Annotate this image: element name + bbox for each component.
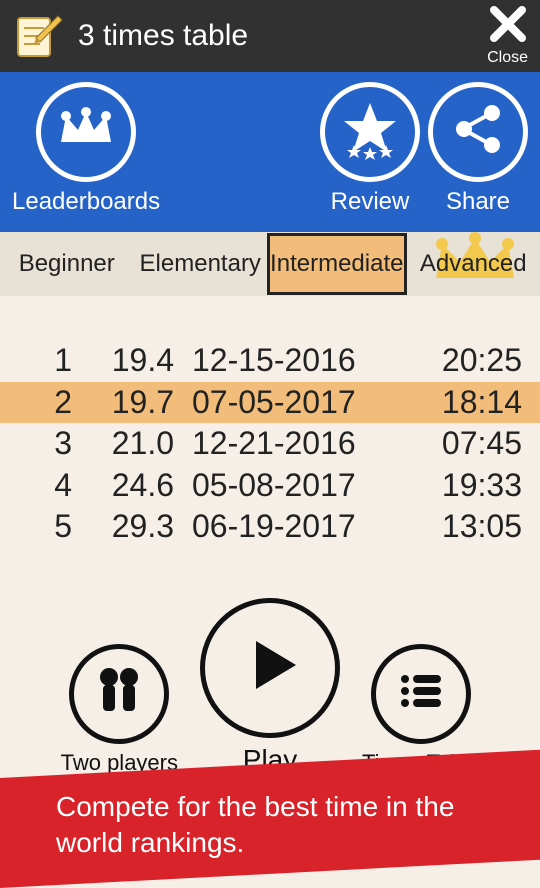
play-icon	[230, 625, 310, 710]
review-button[interactable]: Review	[320, 82, 420, 216]
score-time: 07:45	[402, 423, 522, 465]
score-value: 19.7	[96, 382, 192, 424]
review-star-icon	[338, 97, 402, 168]
score-date: 05-08-2017	[192, 465, 402, 507]
scores-table: 119.412-15-201620:25219.707-05-201718:14…	[0, 340, 540, 548]
score-row: 321.012-21-201607:45	[0, 423, 540, 465]
score-value: 24.6	[96, 465, 192, 507]
two-players-icon	[89, 661, 149, 726]
score-value: 19.4	[96, 340, 192, 382]
score-row: 119.412-15-201620:25	[0, 340, 540, 382]
score-rank: 4	[0, 465, 96, 507]
tab-advanced[interactable]: Advanced	[407, 236, 540, 292]
score-time: 19:33	[402, 465, 522, 507]
score-date: 06-19-2017	[192, 506, 402, 548]
review-label: Review	[331, 188, 410, 216]
list-icon	[391, 661, 451, 726]
difficulty-tabs: Beginner Elementary Intermediate Advance…	[0, 232, 540, 296]
score-rank: 3	[0, 423, 96, 465]
play-button[interactable]: Play	[200, 598, 340, 776]
tab-beginner[interactable]: Beginner	[0, 236, 134, 292]
score-value: 21.0	[96, 423, 192, 465]
share-button[interactable]: Share	[428, 82, 528, 216]
score-row: 219.707-05-201718:14	[0, 382, 540, 424]
score-time: 20:25	[402, 340, 522, 382]
score-row: 424.605-08-201719:33	[0, 465, 540, 507]
share-icon	[448, 99, 508, 166]
tab-elementary[interactable]: Elementary	[134, 236, 268, 292]
tab-intermediate[interactable]: Intermediate	[267, 233, 407, 295]
two-players-button[interactable]: Two players	[61, 644, 178, 776]
close-label: Close	[487, 49, 528, 67]
score-date: 12-15-2016	[192, 340, 402, 382]
share-label: Share	[446, 188, 510, 216]
leaderboards-label: Leaderboards	[12, 188, 160, 216]
leaderboards-button[interactable]: Leaderboards	[12, 82, 160, 216]
close-button[interactable]: Close	[487, 6, 528, 67]
score-time: 18:14	[402, 382, 522, 424]
score-rank: 2	[0, 382, 96, 424]
score-rank: 1	[0, 340, 96, 382]
notepad-icon	[12, 10, 64, 62]
score-date: 12-21-2016	[192, 423, 402, 465]
score-value: 29.3	[96, 506, 192, 548]
score-row: 529.306-19-201713:05	[0, 506, 540, 548]
page-title: 3 times table	[78, 19, 487, 53]
banner-text: Compete for the best time in the world r…	[56, 789, 514, 862]
score-date: 07-05-2017	[192, 382, 402, 424]
score-rank: 5	[0, 506, 96, 548]
crown-icon	[56, 104, 116, 161]
score-time: 13:05	[402, 506, 522, 548]
close-icon	[490, 6, 526, 47]
